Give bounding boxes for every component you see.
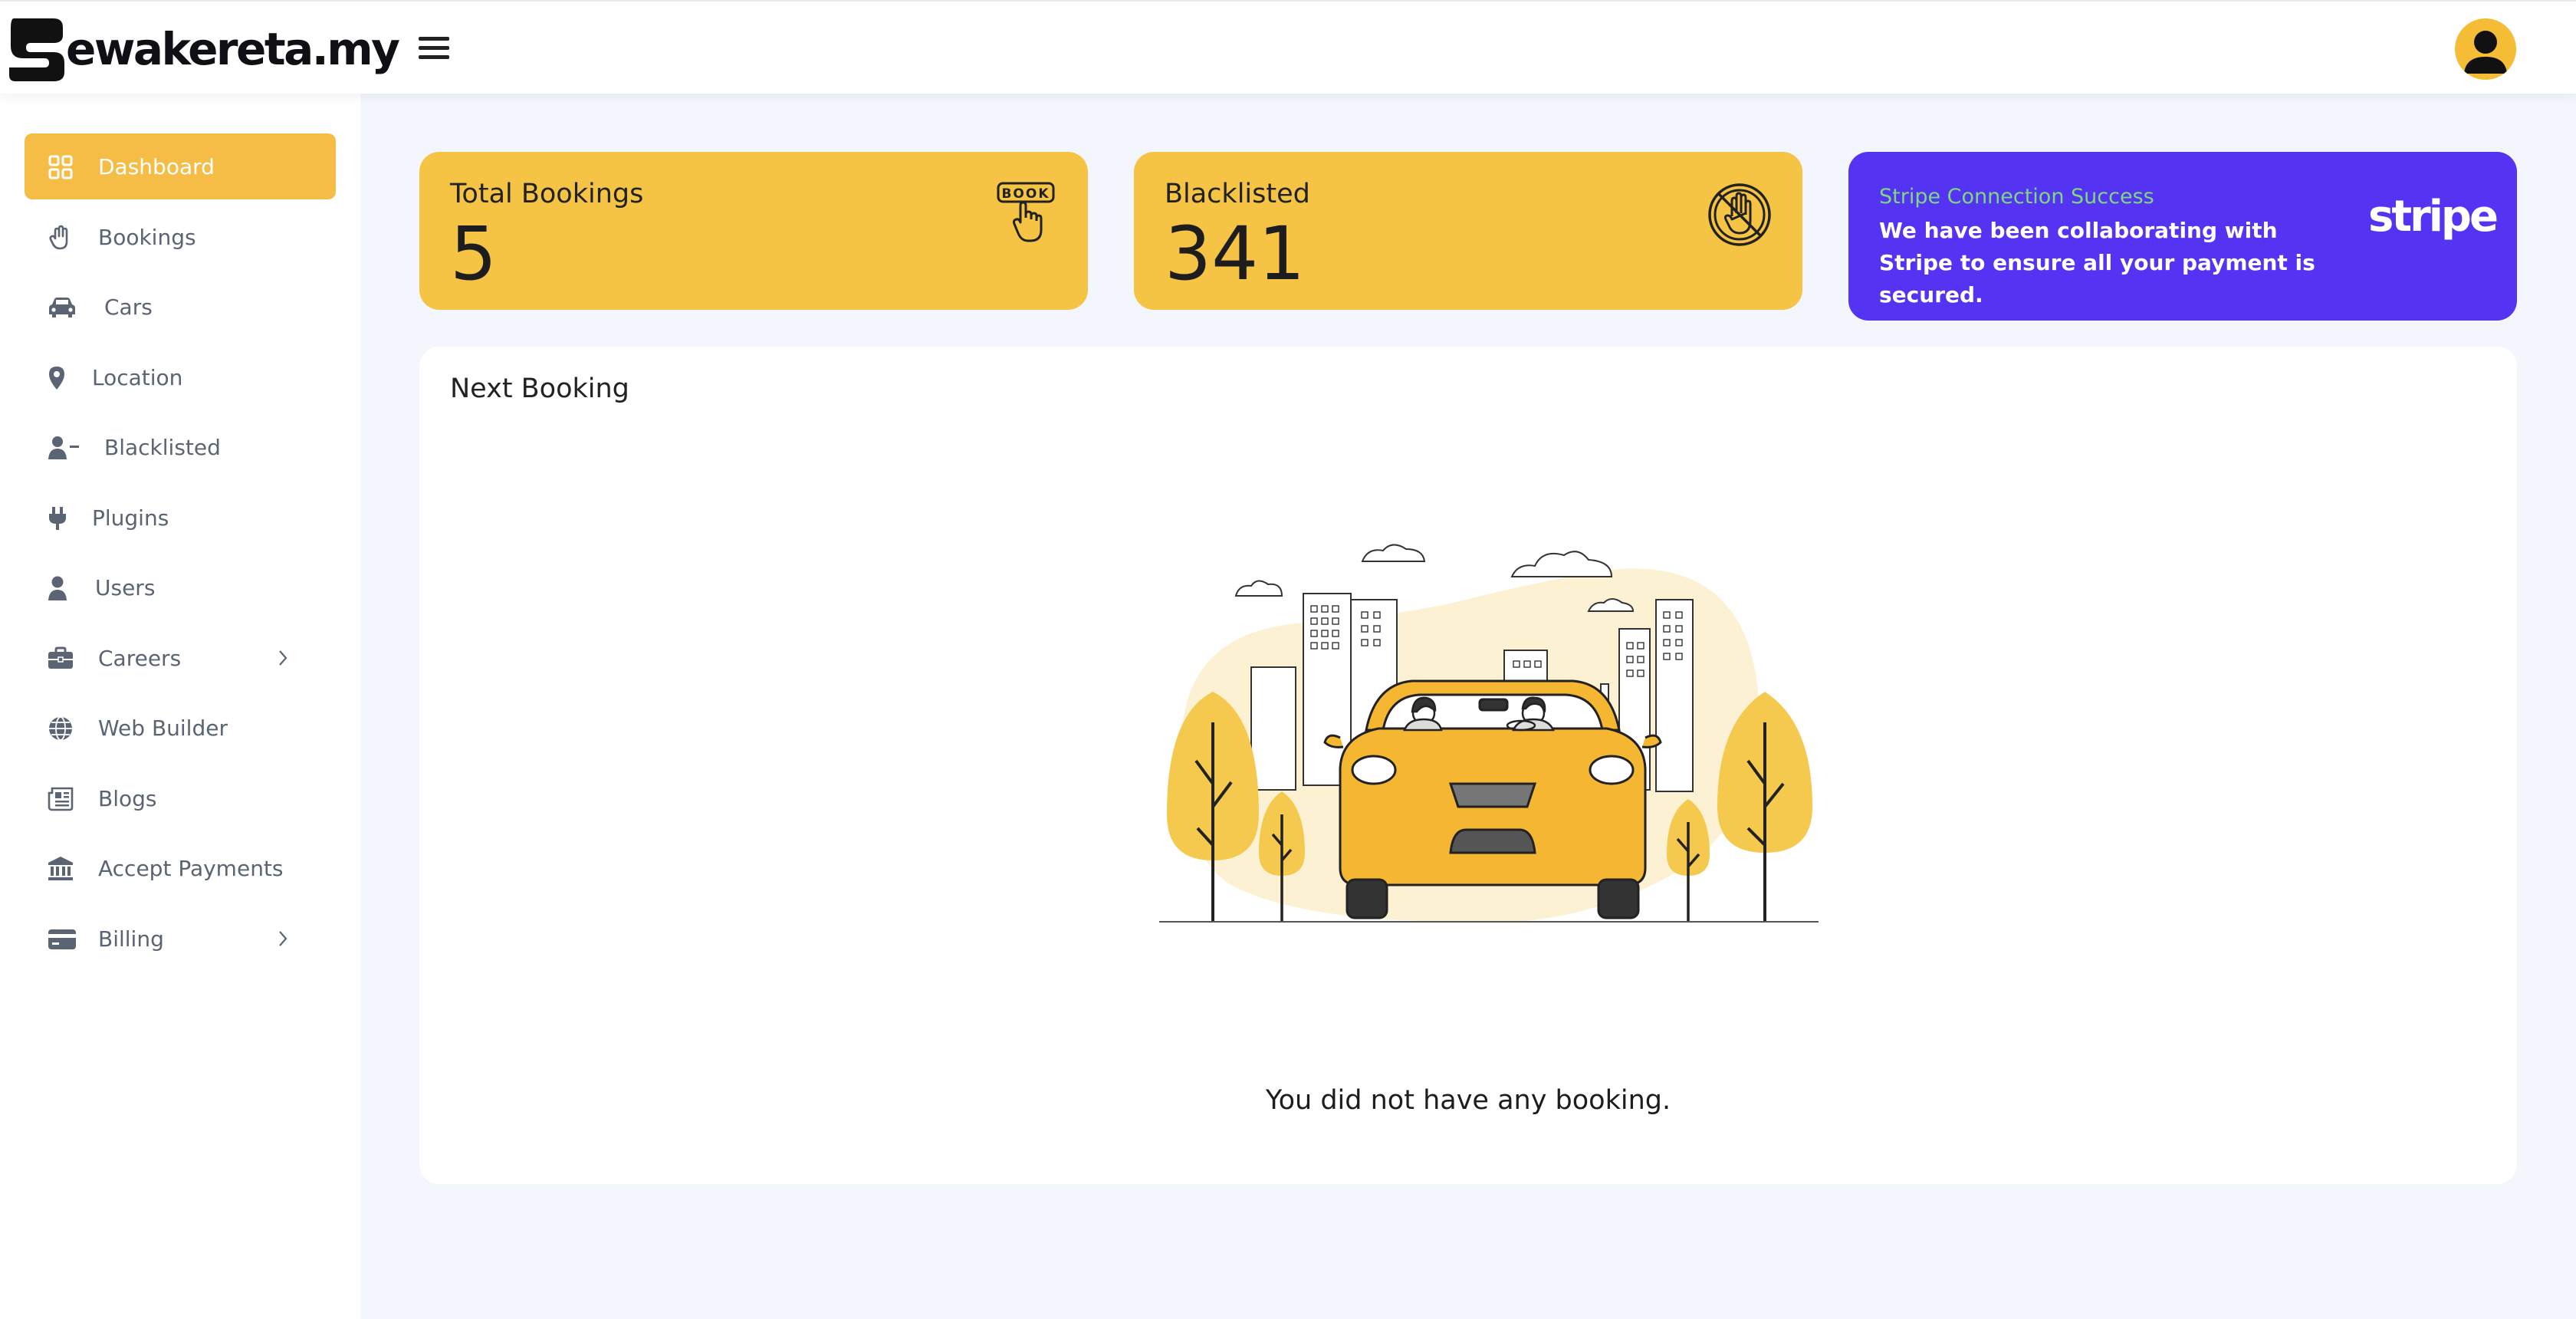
sidebar-item-bookings[interactable]: Bookings [25,204,336,270]
sidebar-item-web-builder[interactable]: Web Builder [25,695,336,761]
sidebar-nav: Dashboard Bookings Cars Location Blackli… [0,94,360,972]
bank-icon [48,857,73,880]
map-pin-icon [49,366,64,390]
sidebar-item-label: Web Builder [98,715,228,741]
user-avatar-icon [2464,31,2507,74]
book-button-icon: BOOK [997,182,1055,242]
sidebar-item-label: Plugins [92,505,169,531]
total-bookings-label: Total Bookings [450,179,644,209]
blacklisted-label: Blacklisted [1165,179,1310,209]
book-icon-text: BOOK [1001,186,1050,202]
newspaper-icon [48,787,74,811]
sidebar-item-dashboard[interactable]: Dashboard [25,133,336,199]
hamburger-line [419,46,449,50]
stripe-connection-text: We have been collaborating with Stripe t… [1879,218,2315,308]
dashboard-grid-icon [48,155,73,179]
next-booking-panel: Next Booking You did not have any bookin… [419,347,2517,1184]
next-booking-title: Next Booking [450,373,629,404]
credit-card-icon [48,929,76,949]
stripe-logo: stripe [2368,192,2499,242]
sidebar-item-accept-payments[interactable]: Accept Payments [25,835,336,901]
sidebar-item-label: Bookings [98,224,196,250]
total-bookings-value: 5 [450,211,498,297]
sidebar-item-label: Cars [104,294,153,320]
sidebar-item-blacklisted[interactable]: Blacklisted [25,414,336,480]
chevron-right-icon [279,930,288,946]
stop-hand-icon [1708,183,1771,246]
sidebar-item-label: Location [92,364,183,390]
hand-icon [49,225,68,249]
car-icon [49,298,75,317]
no-booking-message: You did not have any booking. [1265,1085,1671,1116]
brand-name: ewakereta.my [66,23,400,75]
sidebar-item-blogs[interactable]: Blogs [25,765,336,831]
top-bar: ewakereta.my [0,0,2576,94]
sidebar-item-label: Blacklisted [104,435,221,460]
sidebar-item-careers[interactable]: Careers [25,625,336,691]
sidebar-item-label: Billing [98,926,164,952]
sidebar: Dashboard Bookings Cars Location Blackli… [0,94,360,1319]
sidebar-item-users[interactable]: Users [25,554,336,620]
blacklisted-card[interactable]: Blacklisted 341 [1134,152,1802,310]
hamburger-line [419,55,449,59]
chevron-right-icon [279,650,288,666]
hamburger-line [419,37,449,41]
total-bookings-card[interactable]: Total Bookings 5 BOOK [419,152,1088,310]
sidebar-item-billing[interactable]: Billing [25,906,336,972]
plug-icon [49,506,66,530]
sidebar-item-label: Accept Payments [98,856,284,881]
sidebar-item-plugins[interactable]: Plugins [25,485,336,551]
brand-logo[interactable]: ewakereta.my [6,14,400,84]
user-icon [48,576,67,600]
user-avatar[interactable] [2455,18,2516,80]
stripe-connection-title: Stripe Connection Success [1879,185,2154,209]
stripe-connection-card: Stripe Connection Success We have been c… [1848,152,2517,321]
brand-logo-mark-icon [9,18,64,81]
blacklisted-value: 341 [1165,211,1306,297]
user-minus-icon [48,436,79,459]
sidebar-item-cars[interactable]: Cars [25,274,336,340]
globe-icon [49,716,72,741]
sidebar-item-label: Users [95,575,156,600]
briefcase-icon [48,646,73,669]
sidebar-item-label: Careers [98,645,182,671]
hamburger-menu-button[interactable] [419,37,449,61]
car-in-city-illustration [1159,544,1819,923]
sidebar-item-label: Dashboard [98,154,215,179]
sidebar-item-label: Blogs [98,785,157,811]
sidebar-item-location[interactable]: Location [25,344,336,410]
